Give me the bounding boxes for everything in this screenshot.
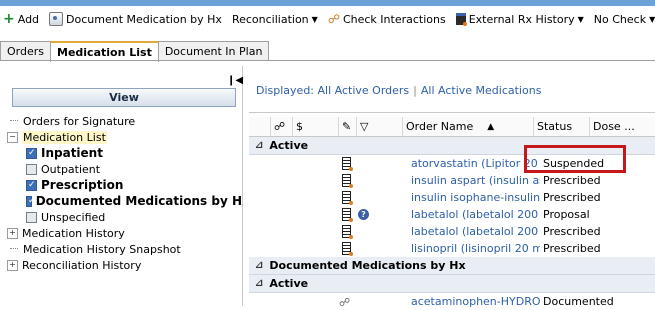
expand-icon[interactable]: + [7, 259, 18, 271]
table-row[interactable]: atorvastatin (Lipitor 20 ... Suspended [249, 155, 655, 172]
filter-column-icon[interactable]: ▽ [357, 117, 403, 136]
column-status[interactable]: Status [534, 117, 590, 136]
toolbar: + Add Document Medication by Hx Reconcil… [0, 8, 655, 30]
document-medication-button[interactable]: Document Medication by Hx [46, 9, 225, 29]
column-dollar[interactable]: $ [293, 117, 339, 136]
grid-header: ☍ $ ✎ ▽ Order Name ▲ Status Dose ... [249, 117, 655, 137]
grid-divider [249, 112, 655, 113]
chevron-down-icon: ▼ [649, 14, 655, 24]
external-rx-history-dropdown[interactable]: External Rx History ▼ [453, 9, 587, 29]
order-name[interactable]: insulin isophane-insulin ... [409, 191, 540, 204]
table-row[interactable]: insulin isophane-insulin ... Prescribed [249, 189, 655, 206]
tree-item-documented-medications[interactable]: Documented Medications by H [6, 193, 242, 209]
order-name[interactable]: acetaminophen-HYDRO... [409, 295, 540, 308]
order-status: Documented [543, 295, 614, 308]
tab-orders[interactable]: Orders [0, 41, 51, 60]
top-banner-strip [0, 0, 655, 6]
tree-item-prescription[interactable]: Prescription [6, 177, 242, 193]
tree-item-medication-list[interactable]: − Medication List [6, 129, 242, 145]
tree-item-unspecified[interactable]: Unspecified [6, 209, 242, 225]
order-name[interactable]: labetalol (labetalol 200 ... [409, 208, 540, 221]
reconciliation-dropdown[interactable]: Reconciliation ▼ [229, 9, 321, 29]
table-row[interactable]: ☍ acetaminophen-HYDRO... Documented [249, 293, 655, 310]
no-check-dropdown[interactable]: No Check ▼ [591, 9, 655, 29]
prescription-icon [342, 174, 353, 188]
collapse-panel-icon[interactable]: ❙◀ [227, 75, 243, 86]
tab-divider [0, 60, 655, 61]
tree-item-inpatient[interactable]: Inpatient [6, 145, 242, 161]
medication-history-icon: ☍ [339, 295, 351, 309]
tree-item-medication-history-snapshot[interactable]: Medication History Snapshot [6, 241, 242, 257]
prescription-checkbox[interactable] [26, 179, 37, 191]
tree-item-orders-for-signature[interactable]: Orders for Signature [6, 113, 242, 129]
chevron-down-icon: ▼ [577, 14, 584, 24]
add-button[interactable]: + Add [0, 9, 42, 29]
collapse-icon[interactable]: ⊿ [255, 278, 263, 289]
medication-history-icon [49, 12, 64, 26]
interactions-icon: ☍ [327, 12, 340, 26]
order-name[interactable]: lisinopril (lisinopril 20 mg... [409, 242, 540, 255]
collapse-icon[interactable]: − [7, 131, 18, 143]
tree-item-reconciliation-history[interactable]: + Reconciliation History [6, 257, 242, 273]
order-status: Prescribed [543, 225, 601, 238]
group-documented-medications[interactable]: ⊿ Documented Medications by Hx [249, 257, 655, 275]
order-status: Suspended [543, 157, 605, 170]
group-active[interactable]: ⊿ Active [249, 137, 655, 155]
order-name[interactable]: insulin aspart (insulin as... [409, 174, 540, 187]
table-row[interactable]: insulin aspart (insulin as... Prescribed [249, 172, 655, 189]
medication-grid: ☍ $ ✎ ▽ Order Name ▲ Status Dose ... ⊿ Ac… [249, 117, 655, 310]
all-active-medications-link[interactable]: All Active Medications [421, 84, 542, 97]
view-panel-header: View [12, 88, 236, 107]
table-row[interactable]: ? labetalol (labetalol 200 ... Proposal [249, 206, 655, 223]
chevron-down-icon: ▼ [311, 14, 318, 24]
displayed-orders-link[interactable]: Displayed: All Active Orders [256, 84, 409, 97]
sort-ascending-icon: ▲ [487, 121, 495, 132]
tab-medication-list[interactable]: Medication List [50, 41, 159, 62]
note-column-icon[interactable]: ✎ [339, 117, 357, 136]
order-name[interactable]: labetalol (labetalol 200 ... [409, 225, 540, 238]
view-tree: Orders for Signature −Medication List In… [6, 113, 242, 273]
prescription-icon [342, 157, 353, 171]
prescription-icon [455, 13, 467, 26]
documented-medications-checkbox[interactable] [26, 195, 35, 207]
prescription-icon [342, 191, 353, 205]
tree-item-outpatient[interactable]: Outpatient [6, 161, 242, 177]
order-name[interactable]: atorvastatin (Lipitor 20 ... [409, 157, 540, 170]
column-order-name[interactable]: Order Name ▲ [403, 117, 534, 136]
check-interactions-button[interactable]: ☍ Check Interactions [325, 9, 449, 29]
order-status: Prescribed [543, 191, 601, 204]
unspecified-checkbox[interactable] [26, 211, 37, 223]
filter-bar: Displayed: All Active Orders | All Active … [256, 84, 542, 97]
table-row[interactable]: lisinopril (lisinopril 20 mg... Prescrib… [249, 240, 655, 257]
collapse-icon[interactable]: ⊿ [255, 260, 263, 271]
group-active-documented[interactable]: ⊿ Active [249, 275, 655, 293]
question-icon[interactable]: ? [358, 209, 369, 220]
outpatient-checkbox[interactable] [26, 163, 37, 175]
prescription-icon [342, 208, 353, 222]
order-status: Proposal [543, 208, 590, 221]
prescription-icon [342, 242, 353, 256]
order-status: Prescribed [543, 242, 601, 255]
collapse-icon[interactable]: ⊿ [255, 140, 263, 151]
column-dose[interactable]: Dose ... [590, 117, 655, 136]
tab-document-in-plan[interactable]: Document In Plan [157, 41, 270, 60]
order-status: Prescribed [543, 174, 601, 187]
interaction-column-icon[interactable]: ☍ [271, 117, 293, 136]
table-row[interactable]: labetalol (labetalol 200 ... Prescribed [249, 223, 655, 240]
tree-item-medication-history[interactable]: + Medication History [6, 225, 242, 241]
plus-icon: + [3, 11, 15, 27]
prescription-icon [342, 225, 353, 239]
tab-bar: Orders Medication List Document In Plan [0, 41, 270, 62]
expand-icon[interactable]: + [7, 227, 18, 239]
inpatient-checkbox[interactable] [26, 147, 37, 159]
